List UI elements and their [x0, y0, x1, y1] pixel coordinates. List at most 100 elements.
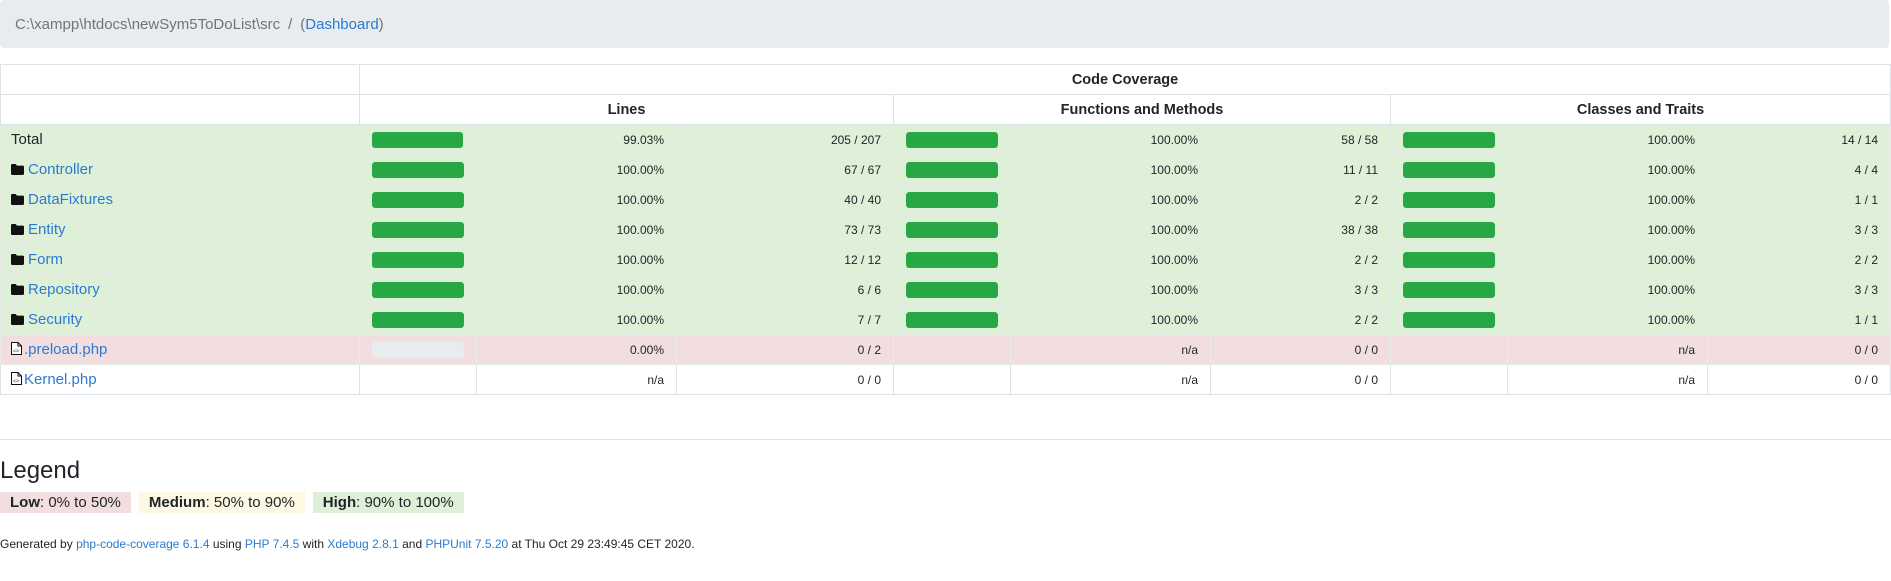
breadcrumb-dashboard-link[interactable]: Dashboard — [305, 16, 378, 33]
coverage-bar — [906, 281, 998, 298]
classes-percent: n/a — [1507, 334, 1708, 365]
legend-low-label: Low — [10, 494, 40, 511]
funcs-count: 0 / 0 — [1210, 364, 1391, 395]
classes-count: 1 / 1 — [1706, 184, 1891, 215]
footer-prefix: Generated by — [0, 537, 77, 551]
header-lines: Lines — [359, 94, 894, 125]
coverage-bar-fill — [906, 251, 998, 268]
funcs-bar-cell — [893, 334, 1011, 365]
coverage-table-body: Total 99.03% 205 / 207 100.00% 58 / 58 100.00… — [0, 124, 1891, 395]
row-name-link[interactable]: Controller — [28, 161, 93, 178]
row-name-link[interactable]: .preload.php — [24, 341, 107, 358]
legend-title: Legend — [0, 457, 81, 484]
classes-count: 3 / 3 — [1706, 274, 1891, 305]
classes-count: 1 / 1 — [1706, 304, 1891, 335]
header-empty — [0, 64, 360, 95]
coverage-bar-fill — [1403, 251, 1495, 268]
classes-count: 0 / 0 — [1706, 364, 1891, 395]
legend-high-range: : 90% to 100% — [356, 494, 454, 511]
lines-bar-cell — [359, 124, 477, 155]
lines-percent: 99.03% — [476, 124, 677, 155]
coverage-bar-fill — [372, 251, 464, 268]
file-code-icon: <> — [11, 341, 22, 359]
row-name-link[interactable]: Security — [28, 311, 82, 328]
footer-phpunit-link[interactable]: PHPUnit 7.5.20 — [425, 537, 508, 551]
row-name-link[interactable]: Entity — [28, 221, 66, 238]
footer-tool-link[interactable]: php-code-coverage 6.1.4 — [76, 537, 209, 551]
classes-bar-cell — [1390, 274, 1508, 305]
classes-percent: n/a — [1507, 364, 1708, 395]
classes-count: 0 / 0 — [1706, 334, 1891, 365]
coverage-bar — [372, 221, 464, 238]
classes-bar-cell — [1390, 124, 1508, 155]
funcs-count: 38 / 38 — [1210, 214, 1391, 245]
coverage-bar-fill — [372, 281, 464, 298]
lines-percent: 0.00% — [476, 334, 677, 365]
lines-percent: 100.00% — [476, 274, 677, 305]
legend-high-label: High — [322, 494, 357, 511]
classes-count: 2 / 2 — [1706, 244, 1891, 275]
legend-medium-label: Medium — [148, 494, 206, 511]
folder-icon — [11, 222, 24, 239]
funcs-bar-cell — [893, 304, 1011, 335]
row-name-cell: Entity — [0, 214, 360, 245]
classes-bar-cell — [1390, 154, 1508, 185]
funcs-bar-cell — [893, 274, 1011, 305]
funcs-bar-cell — [893, 364, 1011, 395]
classes-percent: 100.00% — [1507, 184, 1708, 215]
folder-icon — [11, 312, 24, 329]
footer-and: and — [398, 537, 426, 551]
row-name-link[interactable]: Form — [28, 251, 63, 268]
lines-count: 0 / 2 — [676, 334, 894, 365]
coverage-bar-fill — [906, 221, 998, 238]
row-name-link[interactable]: Repository — [28, 281, 100, 298]
legend-low-range: : 0% to 50% — [40, 494, 121, 511]
lines-count: 12 / 12 — [676, 244, 894, 275]
classes-percent: 100.00% — [1507, 244, 1708, 275]
row-name-link[interactable]: Kernel.php — [24, 371, 97, 388]
lines-count: 205 / 207 — [676, 124, 894, 155]
coverage-bar-fill — [1403, 161, 1495, 178]
funcs-count: 3 / 3 — [1210, 274, 1391, 305]
funcs-bar-cell — [893, 184, 1011, 215]
coverage-bar — [906, 191, 998, 208]
table-row: Controller 100.00% 67 / 67 100.00% 11 / 11 10… — [0, 154, 1891, 185]
classes-bar-cell — [1390, 214, 1508, 245]
folder-icon — [11, 282, 24, 299]
coverage-bar-fill — [1403, 131, 1495, 148]
funcs-count: 0 / 0 — [1210, 334, 1391, 365]
lines-bar-cell — [359, 274, 477, 305]
funcs-percent: 100.00% — [1010, 304, 1211, 335]
coverage-bar — [372, 341, 464, 358]
row-name-cell: Repository — [0, 274, 360, 305]
row-name-cell: Form — [0, 244, 360, 275]
coverage-bar-fill — [372, 221, 464, 238]
coverage-bar-fill — [906, 191, 998, 208]
row-name-link[interactable]: DataFixtures — [28, 191, 113, 208]
funcs-count: 11 / 11 — [1210, 154, 1391, 185]
lines-bar-cell — [359, 244, 477, 275]
legend-low: Low: 0% to 50% — [0, 492, 131, 513]
coverage-bar — [1403, 281, 1495, 298]
classes-percent: 100.00% — [1507, 304, 1708, 335]
classes-percent: 100.00% — [1507, 124, 1708, 155]
classes-count: 3 / 3 — [1706, 214, 1891, 245]
footer-suffix: at Thu Oct 29 23:49:45 CET 2020. — [508, 537, 695, 551]
coverage-bar-fill — [1403, 191, 1495, 208]
footer-xdebug-link[interactable]: Xdebug 2.8.1 — [327, 537, 398, 551]
funcs-bar-cell — [893, 214, 1011, 245]
lines-bar-cell — [359, 214, 477, 245]
coverage-bar-fill — [906, 131, 998, 148]
funcs-count: 2 / 2 — [1210, 184, 1391, 215]
legend-medium: Medium: 50% to 90% — [138, 492, 305, 513]
row-name-cell: Security — [0, 304, 360, 335]
funcs-percent: n/a — [1010, 364, 1211, 395]
lines-count: 0 / 0 — [676, 364, 894, 395]
footer-php-link[interactable]: PHP 7.4.5 — [245, 537, 299, 551]
funcs-count: 58 / 58 — [1210, 124, 1391, 155]
coverage-bar — [372, 161, 464, 178]
coverage-bar — [1403, 131, 1495, 148]
row-name-cell: Total — [0, 124, 360, 155]
breadcrumb-close-paren: ) — [378, 15, 384, 33]
folder-icon — [11, 162, 24, 179]
